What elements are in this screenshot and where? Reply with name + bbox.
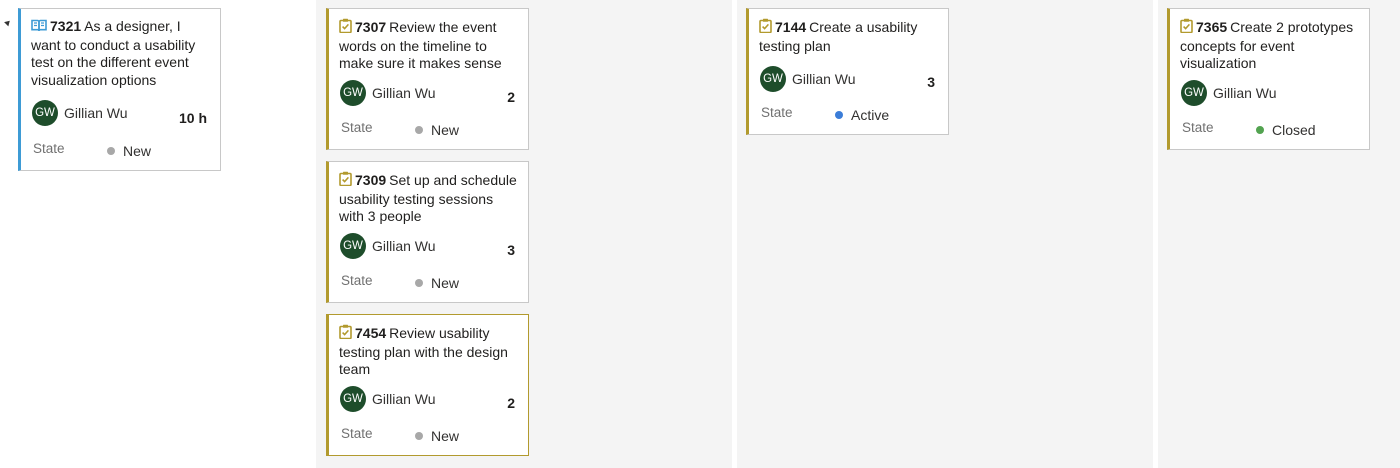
state-value: New — [123, 143, 152, 159]
assignee-name: Gillian Wu — [372, 85, 436, 101]
avatar: GW — [340, 233, 366, 259]
task-card-7144[interactable]: 7144 Create a usability testing plan GW G… — [746, 8, 949, 135]
assignee-name: Gillian Wu — [64, 105, 128, 121]
assignee[interactable]: GW Gillian Wu — [1181, 80, 1277, 106]
assignee[interactable]: GW Gillian Wu — [32, 100, 128, 126]
clipboard-task-icon — [1180, 18, 1193, 38]
state-value: New — [431, 122, 460, 138]
clipboard-task-icon — [339, 171, 352, 191]
state-value: New — [431, 428, 460, 444]
task-card-7309[interactable]: 7309 Set up and schedule usability testin… — [326, 161, 529, 303]
assignee-name: Gillian Wu — [372, 391, 436, 407]
state-label: State — [341, 426, 373, 441]
work-item-id: 7365 — [1196, 19, 1228, 35]
work-item-id: 7307 — [355, 19, 387, 35]
avatar: GW — [340, 80, 366, 106]
avatar: GW — [32, 100, 58, 126]
remaining-work: 3 — [507, 242, 515, 258]
card-title[interactable]: 7309 Set up and schedule usability testin… — [339, 171, 520, 226]
avatar: GW — [340, 386, 366, 412]
card-title[interactable]: 7144 Create a usability testing plan — [759, 18, 940, 55]
remaining-work: 2 — [507, 89, 515, 105]
state-value: Closed — [1272, 122, 1316, 138]
remaining-work: 2 — [507, 395, 515, 411]
state-label: State — [341, 273, 373, 288]
assignee[interactable]: GW Gillian Wu — [760, 66, 856, 92]
task-card-7365[interactable]: 7365 Create 2 prototypes concepts for eve… — [1167, 8, 1370, 150]
state-new-dot — [415, 432, 423, 440]
remaining-work: 10 h — [178, 110, 207, 126]
state-field[interactable]: New — [107, 143, 151, 159]
work-item-id: 7144 — [775, 19, 807, 35]
card-title[interactable]: 7307 Review the event words on the timeli… — [339, 18, 520, 73]
state-new-dot — [415, 279, 423, 287]
state-label: State — [1182, 120, 1214, 135]
assignee-name: Gillian Wu — [372, 238, 436, 254]
book-icon — [31, 19, 47, 37]
card-title[interactable]: 7365 Create 2 prototypes concepts for eve… — [1180, 18, 1361, 73]
task-card-7307[interactable]: 7307 Review the event words on the timeli… — [326, 8, 529, 150]
state-label: State — [341, 120, 373, 135]
state-field[interactable]: New — [415, 122, 459, 138]
remaining-work: 3 — [927, 74, 935, 90]
card-title[interactable]: 7321 As a designer, I want to conduct a u… — [31, 18, 212, 89]
clipboard-task-icon — [339, 324, 352, 344]
task-card-7454[interactable]: 7454 Review usability testing plan with t… — [326, 314, 529, 456]
avatar: GW — [760, 66, 786, 92]
assignee-name: Gillian Wu — [1213, 85, 1277, 101]
avatar: GW — [1181, 80, 1207, 106]
story-card-7321[interactable]: 7321 As a designer, I want to conduct a u… — [18, 8, 221, 171]
assignee[interactable]: GW Gillian Wu — [340, 80, 436, 106]
state-new-dot — [415, 126, 423, 134]
assignee[interactable]: GW Gillian Wu — [340, 386, 436, 412]
state-field[interactable]: Active — [835, 107, 889, 123]
assignee-name: Gillian Wu — [792, 71, 856, 87]
assignee[interactable]: GW Gillian Wu — [340, 233, 436, 259]
work-item-id: 7309 — [355, 172, 387, 188]
clipboard-task-icon — [759, 18, 772, 38]
state-label: State — [761, 105, 793, 120]
state-field[interactable]: Closed — [1256, 122, 1316, 138]
state-label: State — [33, 141, 65, 156]
card-title[interactable]: 7454 Review usability testing plan with t… — [339, 324, 520, 379]
state-field[interactable]: New — [415, 428, 459, 444]
work-item-id: 7321 — [50, 18, 82, 34]
state-closed-dot — [1256, 126, 1264, 134]
work-item-id: 7454 — [355, 325, 387, 341]
state-value: New — [431, 275, 460, 291]
state-field[interactable]: New — [415, 275, 459, 291]
state-active-dot — [835, 111, 843, 119]
state-new-dot — [107, 147, 115, 155]
state-value: Active — [851, 107, 890, 123]
clipboard-task-icon — [339, 18, 352, 38]
